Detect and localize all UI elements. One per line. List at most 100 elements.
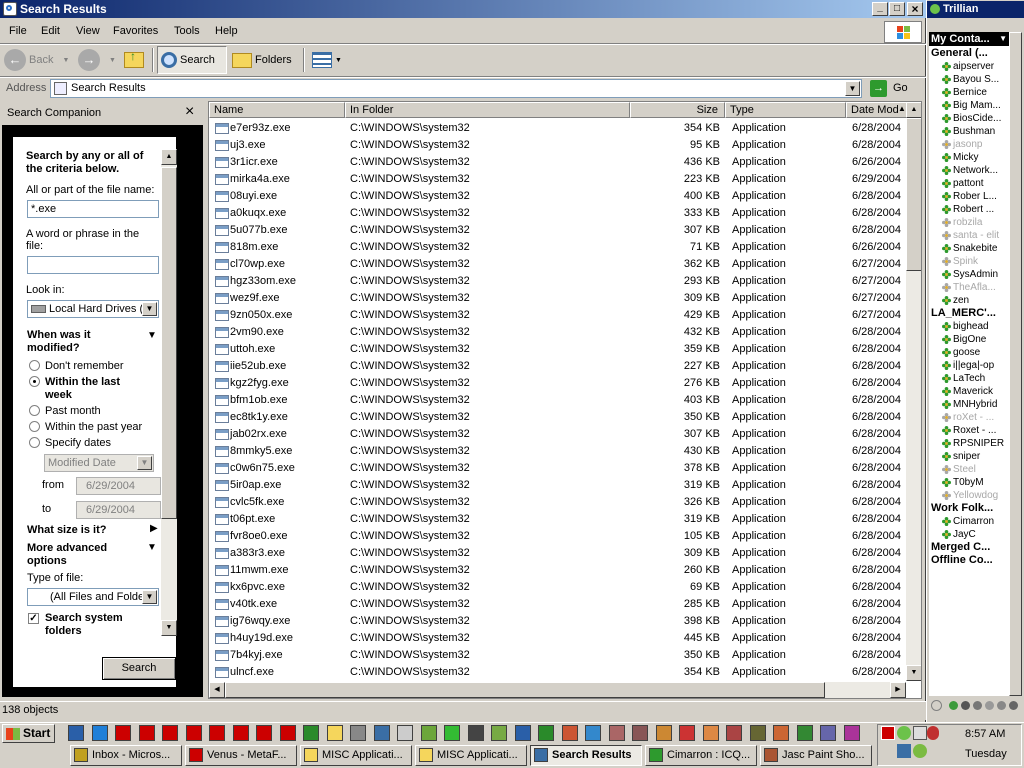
start-button[interactable]: Start	[2, 724, 55, 743]
app-red-icon[interactable]	[209, 725, 225, 741]
contact-item[interactable]: bighead	[942, 320, 1008, 333]
menu-edit[interactable]: Edit	[41, 25, 60, 37]
contact-item[interactable]: T0byM	[942, 476, 1008, 489]
task-button[interactable]: Search Results	[530, 745, 642, 766]
contact-item[interactable]: Steel	[942, 463, 1008, 476]
task-button[interactable]: Inbox - Micros...	[70, 745, 182, 766]
list-hscroll-thumb[interactable]	[225, 682, 825, 698]
scroll-up-button[interactable]: ▲	[161, 149, 177, 165]
back-button[interactable]: ← Back ▼	[4, 46, 69, 74]
table-row[interactable]: cvlc5fk.exe C:\WINDOWS\system32 326 KB Appl…	[209, 494, 909, 511]
system-folders-checkbox[interactable]: ✓	[28, 613, 39, 624]
size-heading[interactable]: What size is it?	[27, 524, 106, 536]
contact-item[interactable]: i||ega|-op	[942, 359, 1008, 372]
column-name[interactable]: Name	[209, 102, 345, 118]
network-icon[interactable]	[897, 744, 911, 758]
task-button[interactable]: MISC Applicati...	[300, 745, 412, 766]
minimize-button[interactable]: _	[872, 2, 888, 16]
contact-item[interactable]: Bernice	[942, 86, 1008, 99]
companion-close-button[interactable]: ×	[185, 103, 194, 121]
contact-group[interactable]: Work Folk...	[931, 502, 1009, 515]
phrase-input[interactable]	[27, 256, 159, 274]
contact-item[interactable]: Robert ...	[942, 203, 1008, 216]
notepad-icon[interactable]	[444, 725, 460, 741]
app-red-icon[interactable]	[279, 725, 296, 741]
table-row[interactable]: iie52ub.exe C:\WINDOWS\system32 227 KB Appl…	[209, 358, 909, 375]
contact-item[interactable]: goose	[942, 346, 1008, 359]
column-folder[interactable]: In Folder	[345, 102, 630, 118]
views-button[interactable]: ▼	[312, 46, 342, 74]
menu-favorites[interactable]: Favorites	[113, 25, 158, 37]
table-row[interactable]: 9zn050x.exe C:\WINDOWS\system32 429 KB Appl…	[209, 307, 909, 324]
tool-icon[interactable]	[350, 725, 366, 741]
table-row[interactable]: a0kuqx.exe C:\WINDOWS\system32 333 KB Appli…	[209, 205, 909, 222]
table-row[interactable]: jab02rx.exe C:\WINDOWS\system32 307 KB Appl…	[209, 426, 909, 443]
filename-input[interactable]: *.exe	[27, 200, 159, 218]
collapse-arrow-icon[interactable]: ▼	[147, 542, 157, 553]
contact-item[interactable]: roXet - ...	[942, 411, 1008, 424]
close-button[interactable]: ×	[907, 2, 923, 16]
scroll-down-button[interactable]: ▼	[161, 620, 177, 636]
contact-item[interactable]: Network...	[942, 164, 1008, 177]
contact-item[interactable]: pattont	[942, 177, 1008, 190]
table-row[interactable]: c0w6n75.exe C:\WINDOWS\system32 378 KB Appl…	[209, 460, 909, 477]
trillian-title-bar[interactable]: Trillian	[927, 1, 1024, 18]
contact-item[interactable]: Big Mam...	[942, 99, 1008, 112]
app-icon[interactable]	[726, 725, 742, 741]
settings-icon[interactable]	[1009, 701, 1018, 710]
task-button[interactable]: Jasc Paint Sho...	[760, 745, 872, 766]
table-row[interactable]: 5u077b.exe C:\WINDOWS\system32 307 KB Appli…	[209, 222, 909, 239]
address-field[interactable]: Search Results ▼	[50, 79, 862, 98]
contact-item[interactable]: Spink	[942, 255, 1008, 268]
table-row[interactable]: ulncf.exe C:\WINDOWS\system32 354 KB Applic…	[209, 664, 909, 681]
app-icon[interactable]	[632, 725, 648, 741]
contact-item[interactable]: Cimarron	[942, 515, 1008, 528]
paint-icon[interactable]	[679, 725, 695, 741]
yahoo-icon[interactable]	[985, 701, 994, 710]
contact-item[interactable]: robzila	[942, 216, 1008, 229]
search-toolbar-button[interactable]: Search	[157, 46, 227, 74]
trillian-menu-icon[interactable]	[931, 700, 942, 711]
app-icon[interactable]	[491, 725, 507, 741]
radio-last-week[interactable]	[29, 376, 40, 387]
tray-app-icon[interactable]	[881, 726, 895, 740]
radio-past-month[interactable]	[29, 405, 40, 416]
column-type[interactable]: Type	[725, 102, 846, 118]
table-row[interactable]: 818m.exe C:\WINDOWS\system32 71 KB Applicat…	[209, 239, 909, 256]
clock-time[interactable]: 8:57 AM	[965, 728, 1005, 740]
app-icon[interactable]	[608, 725, 625, 741]
contact-item[interactable]: RPSNIPER	[942, 437, 1008, 450]
contact-item[interactable]: zen	[942, 294, 1008, 307]
app-red-icon[interactable]	[162, 725, 178, 741]
table-row[interactable]: kgz2fyg.exe C:\WINDOWS\system32 276 KB Appl…	[209, 375, 909, 392]
contact-item[interactable]: Maverick	[942, 385, 1008, 398]
contact-item[interactable]: Bushman	[942, 125, 1008, 138]
table-row[interactable]: 7b4kyj.exe C:\WINDOWS\system32 350 KB Appli…	[209, 647, 909, 664]
app-icon[interactable]	[820, 725, 836, 741]
menu-help[interactable]: Help	[215, 25, 238, 37]
table-row[interactable]: 3r1icr.exe C:\WINDOWS\system32 436 KB Appli…	[209, 154, 909, 171]
irc-icon[interactable]	[997, 701, 1006, 710]
aim-icon[interactable]	[961, 701, 970, 710]
globe-icon[interactable]	[585, 725, 601, 741]
app-red-icon[interactable]	[256, 725, 272, 741]
contact-item[interactable]: Micky	[942, 151, 1008, 164]
expand-arrow-icon[interactable]: ▶	[150, 523, 158, 534]
terminal-icon[interactable]	[796, 725, 813, 741]
contact-item[interactable]: BiosCide...	[942, 112, 1008, 125]
chevron-down-icon[interactable]: ▼	[142, 302, 157, 316]
app-red-icon[interactable]	[185, 725, 202, 741]
contact-group[interactable]: General (...	[931, 47, 1009, 60]
table-row[interactable]: 11mwm.exe C:\WINDOWS\system32 260 KB Applic…	[209, 562, 909, 579]
ie-icon[interactable]	[91, 725, 108, 741]
contact-group[interactable]: Offline Co...	[931, 554, 1009, 567]
contact-item[interactable]: aipserver	[942, 60, 1008, 73]
contact-item[interactable]: sniper	[942, 450, 1008, 463]
table-row[interactable]: 5ir0ap.exe C:\WINDOWS\system32 319 KB Appli…	[209, 477, 909, 494]
trillian-tray-icon[interactable]	[897, 726, 911, 740]
contact-item[interactable]: Bayou S...	[942, 73, 1008, 86]
contact-group[interactable]: Merged C...	[931, 541, 1009, 554]
table-row[interactable]: 2vm90.exe C:\WINDOWS\system32 432 KB Applic…	[209, 324, 909, 341]
app-red-icon[interactable]	[232, 725, 249, 741]
volume-icon[interactable]	[913, 726, 927, 740]
